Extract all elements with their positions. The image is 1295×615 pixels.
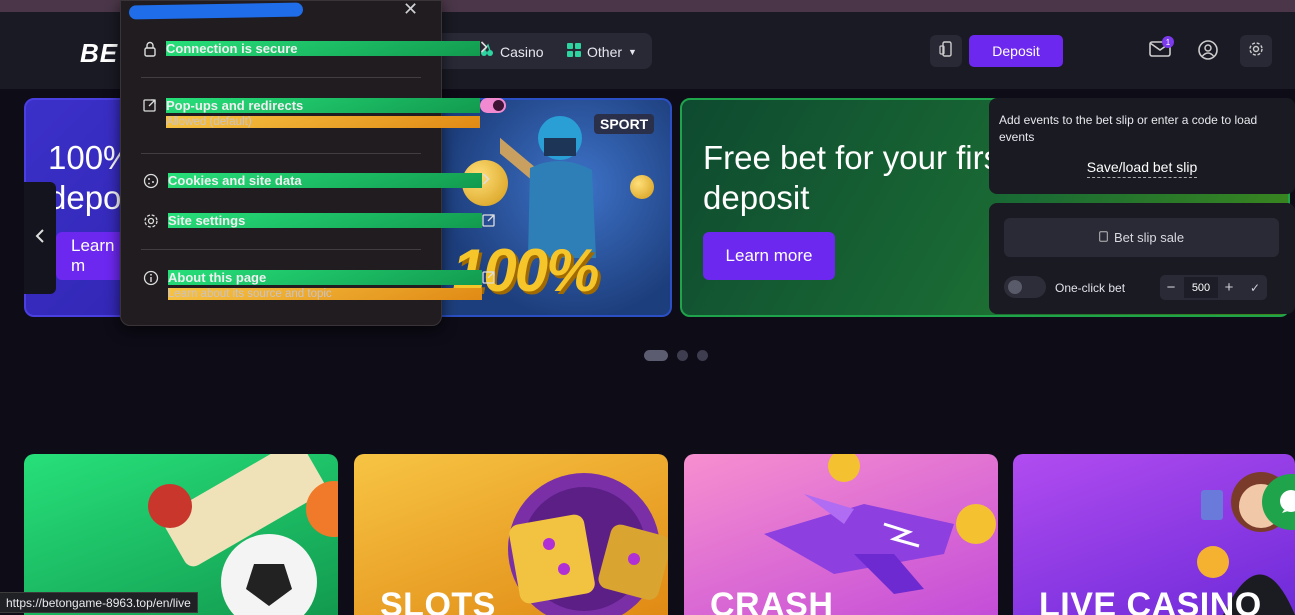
bet-slip-sale-label: Bet slip sale (1113, 230, 1185, 245)
site-logo[interactable]: BE (80, 38, 118, 69)
settings-button[interactable] (1240, 35, 1272, 67)
bet-slip-panel: Bet slip sale One-click bet − 500 + ✓ (989, 203, 1295, 314)
chevron-right-icon (482, 173, 490, 185)
banner-1-learn-more-button[interactable]: Learn m (56, 232, 126, 280)
category-tile-crash[interactable]: CRASH (684, 454, 998, 615)
one-click-bet-toggle[interactable] (1004, 276, 1046, 298)
banner-3-title: Free bet for your firs deposit (703, 138, 993, 218)
open-external-icon (482, 270, 496, 284)
carousel-dot-3[interactable] (697, 350, 708, 361)
site-settings-row[interactable]: Site settings (143, 213, 495, 229)
stake-stepper: − 500 + ✓ (1160, 275, 1267, 300)
gear-icon (143, 213, 159, 229)
external-window-icon (143, 98, 157, 112)
divider (141, 77, 421, 78)
info-icon (143, 270, 159, 286)
banner-3-learn-more-button[interactable]: Learn more (703, 232, 835, 280)
profile-button[interactable] (1196, 39, 1220, 65)
open-external-icon (482, 213, 496, 227)
save-load-label: Save/load bet slip (1086, 159, 1198, 178)
carousel-dot-1[interactable] (644, 350, 668, 361)
popups-redirects-sub: Allowed (default) (166, 116, 480, 128)
popups-redirects-row[interactable]: Pop-ups and redirects Allowed (default) (143, 98, 506, 128)
stake-decrease-button[interactable]: − (1160, 277, 1182, 298)
connection-secure-label: Connection is secure (166, 41, 480, 56)
one-click-bet-label: One-click bet (1055, 281, 1126, 295)
check-icon: ✓ (1249, 280, 1261, 295)
cookies-row[interactable]: Cookies and site data (143, 173, 490, 189)
cookies-label: Cookies and site data (168, 173, 482, 188)
cookie-icon (143, 173, 159, 189)
category-tile-slots[interactable]: SLOTS (354, 454, 668, 615)
about-page-sub: Learn about its source and topic (168, 288, 482, 300)
category-tile-slots-label: SLOTS (380, 586, 496, 615)
nav-item-other-label: Other (587, 43, 623, 60)
popups-redirects-toggle[interactable] (480, 98, 506, 113)
nav-item-casino-label: Casino (500, 43, 544, 60)
save-load-bet-slip-link[interactable]: Save/load bet slip (989, 159, 1295, 178)
redacted-scribble (128, 2, 304, 20)
category-tile-live-casino[interactable]: LIVE CASINO (1013, 454, 1295, 615)
category-tile-live-casino-label: LIVE CASINO (1039, 586, 1262, 615)
sport-tag: SPORT (594, 114, 655, 134)
site-settings-label: Site settings (168, 213, 482, 228)
nav-item-casino[interactable]: Casino (480, 43, 544, 60)
popups-redirects-label: Pop-ups and redirects (166, 98, 480, 113)
gear-icon (1248, 41, 1264, 62)
divider (141, 153, 421, 154)
deposit-button[interactable]: Deposit (969, 35, 1063, 67)
nav-item-other[interactable]: Other ▼ (567, 43, 637, 60)
user-icon (1198, 39, 1218, 65)
bet-slip-tooltip: Add events to the bet slip or enter a co… (989, 98, 1295, 194)
chevron-down-icon: ▼ (628, 46, 637, 57)
coin-icon (630, 175, 654, 199)
lock-icon (143, 41, 157, 57)
grid-icon (567, 43, 581, 60)
stake-confirm-button[interactable]: ✓ (1244, 277, 1266, 298)
dice-illustration (508, 473, 668, 615)
close-icon[interactable]: ✕ (403, 0, 418, 20)
about-page-label: About this page (168, 270, 482, 285)
about-page-row[interactable]: About this page Learn about its source a… (143, 270, 495, 300)
sports-illustration (148, 454, 338, 615)
category-tile-crash-label: CRASH (710, 586, 834, 615)
chevron-right-icon (480, 41, 488, 53)
stake-increase-button[interactable]: + (1218, 277, 1240, 298)
banner-3-title-line2: deposit (703, 179, 810, 216)
banner-3-title-line1: Free bet for your firs (703, 139, 993, 176)
mobile-app-button[interactable] (930, 35, 962, 67)
chevron-left-icon (35, 228, 45, 248)
chat-icon (1278, 488, 1295, 519)
mail-badge: 1 (1162, 36, 1174, 48)
bet-slip-sale-button[interactable]: Bet slip sale (1004, 218, 1279, 257)
receipt-icon (1099, 230, 1108, 245)
site-info-popup: ✕ Connection is secure Pop-ups and redir… (120, 0, 506, 326)
phone-icon (939, 40, 953, 62)
connection-secure-row[interactable]: Connection is secure (143, 41, 488, 57)
carousel-pagination (644, 350, 708, 361)
stake-input[interactable]: 500 (1184, 277, 1218, 298)
carousel-dot-2[interactable] (677, 350, 688, 361)
category-tile-sports[interactable] (24, 454, 338, 615)
carousel-prev-button[interactable] (24, 182, 56, 294)
bet-slip-tooltip-text: Add events to the bet slip or enter a co… (999, 113, 1258, 144)
divider (141, 249, 421, 250)
link-status-bar: https://betongame-8963.top/en/live (0, 592, 198, 613)
